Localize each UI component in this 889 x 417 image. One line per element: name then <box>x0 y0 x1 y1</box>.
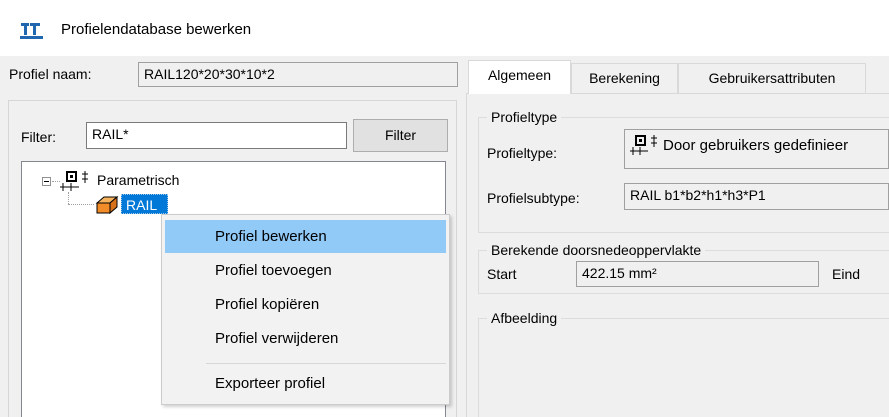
tab-berekening[interactable]: Berekening <box>571 63 678 93</box>
menu-item-profiel-kopieren[interactable]: Profiel kopiëren <box>165 288 446 321</box>
context-menu: Profiel bewerken Profiel toevoegen Profi… <box>161 214 450 405</box>
image-group-title: Afbeelding <box>487 309 562 327</box>
tree-connector <box>68 192 69 204</box>
parametric-profile-icon <box>630 135 657 155</box>
profieltype-value: Door gebruikers gedefinieer <box>663 137 849 154</box>
area-group-title: Berekende doorsnedeoppervlakte <box>487 241 706 259</box>
tab-algemeen[interactable]: Algemeen <box>468 60 571 94</box>
area-start-field[interactable]: 422.15 mm² <box>576 261 819 287</box>
tree-connector <box>52 181 60 182</box>
window-title: Profielendatabase bewerken <box>61 21 252 38</box>
orange-profile-icon <box>95 195 119 215</box>
filter-label: Filter: <box>21 129 56 145</box>
profieltype-label: Profieltype: <box>487 145 558 161</box>
parametric-profile-icon <box>60 171 88 191</box>
profile-name-label: Profiel naam: <box>9 66 92 82</box>
profile-name-field[interactable]: RAIL120*20*30*10*2 <box>138 62 458 87</box>
menu-item-exporteer-profiel[interactable]: Exporteer profiel <box>165 367 446 400</box>
image-group <box>478 318 889 417</box>
profielsubtype-label: Profielsubtype: <box>487 190 580 206</box>
profielsubtype-field[interactable]: RAIL b1*b2*h1*h3*P1 <box>624 183 889 210</box>
profieltype-group-title: Profieltype <box>487 108 562 126</box>
tree-node-rail[interactable]: RAIL <box>121 194 168 214</box>
area-start-label: Start <box>487 266 517 282</box>
filter-input[interactable]: RAIL* <box>86 122 347 149</box>
filter-button[interactable]: Filter <box>353 119 448 152</box>
menu-item-profiel-verwijderen[interactable]: Profiel verwijderen <box>165 322 446 355</box>
collapse-icon[interactable] <box>42 177 51 186</box>
menu-item-profiel-bewerken[interactable]: Profiel bewerken <box>165 220 446 253</box>
area-end-label: Eind <box>832 266 861 282</box>
menu-item-profiel-toevoegen[interactable]: Profiel toevoegen <box>165 254 446 287</box>
tree-node-parametrisch[interactable]: Parametrisch <box>97 171 179 189</box>
app-profile-icon <box>20 23 43 39</box>
menu-separator <box>206 363 446 364</box>
tree-connector <box>68 204 94 205</box>
tab-gebruikersattributen[interactable]: Gebruikersattributen <box>678 63 866 93</box>
